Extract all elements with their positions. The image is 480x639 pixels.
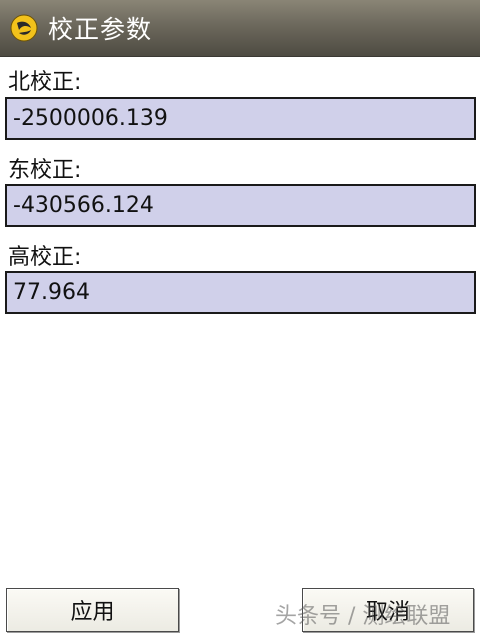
height-correction-input[interactable] xyxy=(5,271,476,314)
north-correction-input[interactable] xyxy=(5,97,476,140)
correction-params-window: 校正参数 北校正: 东校正: 高校正: 应用 取消 头条号 / 测绘联盟 xyxy=(0,0,480,639)
east-correction-label: 东校正: xyxy=(8,158,82,183)
east-correction-input[interactable] xyxy=(5,184,476,227)
cancel-button[interactable]: 取消 xyxy=(302,588,474,632)
height-correction-label: 高校正: xyxy=(8,245,82,270)
title-bar: 校正参数 xyxy=(0,0,480,57)
north-correction-label: 北校正: xyxy=(8,70,82,95)
window-title: 校正参数 xyxy=(48,15,153,44)
app-logo-icon xyxy=(10,14,38,42)
apply-button[interactable]: 应用 xyxy=(6,588,179,632)
